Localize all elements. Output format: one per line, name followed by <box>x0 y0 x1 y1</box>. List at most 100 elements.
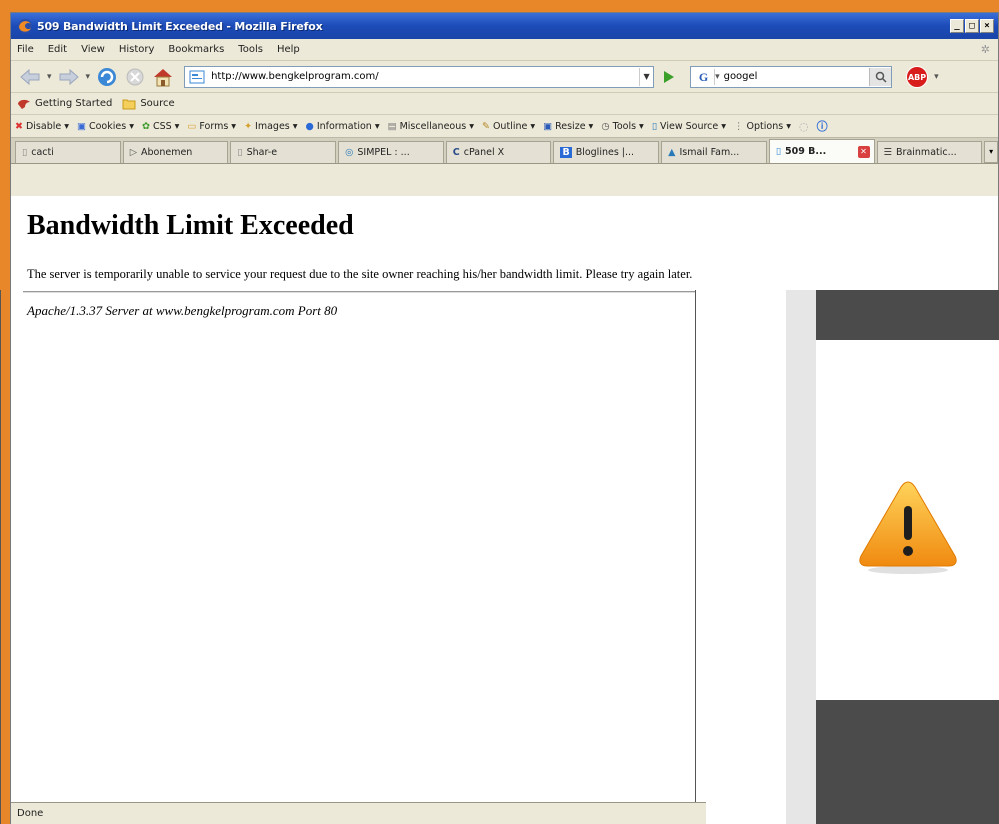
search-button[interactable] <box>869 67 892 86</box>
title-bar: 509 Bandwidth Limit Exceeded - Mozilla F… <box>11 13 998 39</box>
throbber-icon: ✲ <box>980 43 990 56</box>
page-icon: ▯ <box>237 147 243 158</box>
globe-icon: ◎ <box>345 147 354 158</box>
menu-edit[interactable]: Edit <box>48 44 67 55</box>
tab-509-active[interactable]: ▯ 509 B... ✕ <box>768 139 875 163</box>
view-source-icon: ▯ <box>651 120 658 132</box>
close-tab-icon[interactable]: ✕ <box>857 145 870 158</box>
menu-bookmarks[interactable]: Bookmarks <box>168 44 224 55</box>
webdev-information[interactable]: ● Information ▾ <box>306 121 380 132</box>
tab-strip: ▯ cacti ▷ Abonemen ▯ Shar-e ◎ SIMPEL : ... C… <box>11 138 998 164</box>
webdev-miscellaneous[interactable]: ▤ Miscellaneous ▾ <box>388 121 474 132</box>
adblock-plus-icon[interactable]: ABP <box>906 65 929 88</box>
maximize-button[interactable]: □ <box>965 19 979 33</box>
options-icon: ⋮ <box>734 120 744 132</box>
bookmark-source[interactable]: Source <box>122 98 175 110</box>
back-history-dropdown[interactable]: ▾ <box>47 72 52 82</box>
disable-icon: ✖ <box>15 120 23 132</box>
webdev-css[interactable]: ✿ CSS ▾ <box>142 121 179 132</box>
webdev-forms[interactable]: ▭ Forms ▾ <box>187 121 236 132</box>
warning-icon <box>859 481 957 574</box>
url-dropdown-icon[interactable]: ▼ <box>639 67 653 86</box>
search-bar[interactable]: G ▾ googel <box>690 65 893 88</box>
adblock-dropdown[interactable]: ▾ <box>934 72 939 82</box>
status-text: Done <box>17 808 44 819</box>
webdev-disable[interactable]: ✖ Disable ▾ <box>15 121 69 132</box>
brainmatic-icon: ☰ <box>883 147 893 158</box>
navigation-toolbar: ▾ ▾ http://www.bengkelprogram.com/ ▼ G ▾… <box>11 61 998 93</box>
cookies-icon: ▣ <box>77 120 86 132</box>
google-engine-icon[interactable]: G <box>693 68 716 85</box>
search-input[interactable]: googel <box>720 71 869 82</box>
forward-arrow-icon <box>59 68 79 85</box>
reload-icon <box>98 67 117 86</box>
bookmark-label: Source <box>140 98 175 109</box>
webdev-outline[interactable]: ✎ Outline ▾ <box>482 121 535 132</box>
disabled-status-icon: ◌ <box>798 119 809 133</box>
tab-shar-e[interactable]: ▯ Shar-e <box>230 141 337 163</box>
reload-button[interactable] <box>96 66 118 88</box>
back-button[interactable] <box>19 66 41 88</box>
page-title: Bandwidth Limit Exceeded <box>27 210 354 241</box>
webdev-cookies[interactable]: ▣ Cookies ▾ <box>77 121 134 132</box>
window-title: 509 Bandwidth Limit Exceeded - Mozilla F… <box>37 19 323 33</box>
forward-history-dropdown[interactable]: ▾ <box>86 72 91 82</box>
forward-button[interactable] <box>58 66 80 88</box>
miscellaneous-icon: ▤ <box>387 120 397 132</box>
tab-ismail[interactable]: ▲ Ismail Fam... <box>661 141 767 163</box>
page-favicon-icon: ▯ <box>775 146 782 157</box>
go-button[interactable] <box>660 68 678 86</box>
images-icon: ✦ <box>244 120 253 132</box>
minimize-button[interactable]: _ <box>950 19 964 33</box>
error-message: The server is temporarily unable to serv… <box>27 267 693 281</box>
webdev-resize[interactable]: ▣ Resize ▾ <box>543 121 593 132</box>
menu-view[interactable]: View <box>81 44 105 55</box>
bookmark-getting-started[interactable]: Getting Started <box>17 98 112 110</box>
close-button[interactable]: × <box>980 19 994 33</box>
tab-simpel[interactable]: ◎ SIMPEL : ... <box>338 141 444 163</box>
page-icon: ▷ <box>129 147 137 158</box>
tab-abonemen[interactable]: ▷ Abonemen <box>122 141 229 163</box>
url-input[interactable]: http://www.bengkelprogram.com/ <box>211 71 639 82</box>
resize-icon: ▣ <box>543 120 553 132</box>
go-arrow-icon <box>664 70 675 83</box>
webdev-options[interactable]: ⋮ Options ▾ <box>734 121 791 132</box>
bookmark-label: Getting Started <box>35 98 113 109</box>
information-icon: ● <box>305 120 314 132</box>
bloglines-icon: B <box>560 147 572 158</box>
server-signature: Apache/1.3.37 Server at www.bengkelprogr… <box>27 303 338 318</box>
overlay-divider <box>695 290 696 824</box>
overlay-strip <box>786 290 816 824</box>
tab-brainmatic[interactable]: ☰ Brainmatic... <box>876 141 983 163</box>
forms-icon: ▭ <box>187 120 197 132</box>
home-button[interactable] <box>152 66 174 88</box>
cpanel-icon: C <box>452 147 460 158</box>
tools-icon: ◷ <box>601 120 610 132</box>
url-bar[interactable]: http://www.bengkelprogram.com/ ▼ <box>184 65 655 88</box>
window-left-edge <box>0 290 1 824</box>
webdev-view-source[interactable]: ▯ View Source ▾ <box>652 121 726 132</box>
webdev-images[interactable]: ✦ Images ▾ <box>244 121 297 132</box>
menu-help[interactable]: Help <box>277 44 300 55</box>
firefox-bookmark-icon <box>18 99 30 109</box>
page-icon: ▯ <box>22 147 28 158</box>
bookmarks-toolbar: Getting Started Source <box>11 93 998 115</box>
info-status-icon: ⓘ <box>816 120 828 133</box>
tab-bloglines[interactable]: B Bloglines |... <box>553 141 660 163</box>
folder-icon <box>122 99 136 109</box>
menu-bar: File Edit View History Bookmarks Tools H… <box>11 39 998 61</box>
css-icon: ✿ <box>141 120 150 132</box>
tab-list-button[interactable]: ▾ <box>984 141 998 163</box>
menu-file[interactable]: File <box>17 44 34 55</box>
overlay-footer <box>816 700 999 824</box>
tab-cacti[interactable]: ▯ cacti <box>15 141 121 163</box>
tab-cpanel[interactable]: CcPanel X <box>445 141 552 163</box>
back-arrow-icon <box>20 68 40 85</box>
blog-icon: ▲ <box>668 147 676 158</box>
menu-tools[interactable]: Tools <box>238 44 263 55</box>
outline-icon: ✎ <box>481 120 490 132</box>
status-bar: Done <box>11 802 706 824</box>
webdev-tools[interactable]: ◷ Tools ▾ <box>601 121 643 132</box>
menu-history[interactable]: History <box>119 44 155 55</box>
stop-button[interactable] <box>124 66 146 88</box>
